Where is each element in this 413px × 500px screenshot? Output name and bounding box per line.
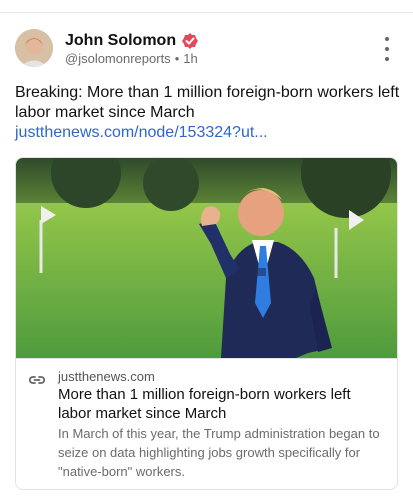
post-time: 1h — [183, 51, 198, 66]
more-dot — [385, 47, 389, 51]
card-title[interactable]: More than 1 million foreign-born workers… — [58, 385, 388, 423]
post: John Solomon @jsolomonreports • 1h Break… — [0, 12, 413, 500]
post-link[interactable]: justthenews.com/node/153324?ut... — [15, 124, 268, 141]
more-dot — [385, 37, 389, 41]
card-image[interactable] — [16, 158, 397, 358]
post-header: John Solomon @jsolomonreports • 1h — [15, 29, 398, 69]
card-description: In March of this year, the Trump adminis… — [58, 426, 380, 479]
handle-row: @jsolomonreports • 1h — [65, 51, 198, 66]
post-text: Breaking: More than 1 million foreign-bo… — [15, 83, 400, 143]
more-options-icon[interactable] — [382, 37, 392, 61]
verified-icon — [182, 33, 199, 49]
avatar-image — [15, 29, 53, 67]
post-body: Breaking: More than 1 million foreign-bo… — [15, 84, 400, 121]
link-icon — [28, 376, 46, 384]
more-dot — [385, 57, 389, 61]
card-domain: justthenews.com — [58, 369, 155, 384]
card-body: justthenews.com More than 1 million fore… — [16, 358, 397, 489]
avatar[interactable] — [15, 29, 53, 67]
name-row: John Solomon — [65, 31, 199, 51]
author-name[interactable]: John Solomon — [65, 32, 176, 50]
dot-separator: • — [174, 51, 180, 66]
link-preview-card[interactable]: justthenews.com More than 1 million fore… — [15, 157, 398, 490]
author-handle[interactable]: @jsolomonreports — [65, 51, 171, 66]
